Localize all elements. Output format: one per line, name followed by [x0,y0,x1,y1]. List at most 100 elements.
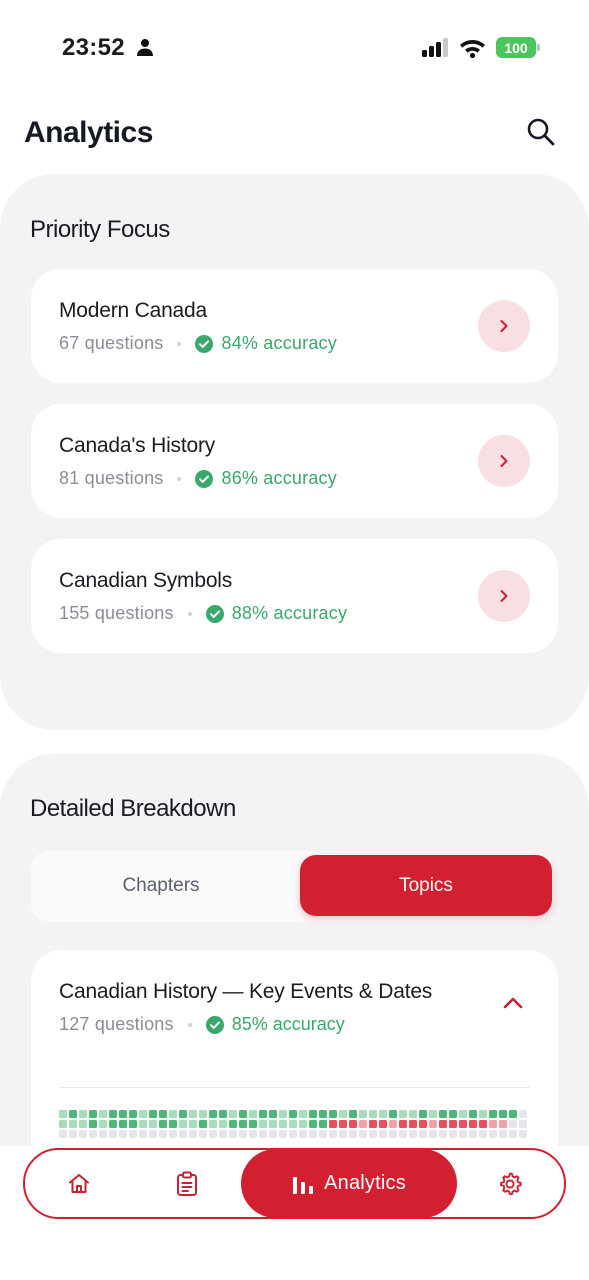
grid-cell [179,1120,187,1128]
grid-cell [119,1120,127,1128]
grid-cell [439,1130,447,1138]
nav-analytics[interactable]: Analytics [241,1149,457,1218]
grid-cell [159,1120,167,1128]
grid-cell [409,1110,417,1118]
chevron-right-button[interactable] [478,300,530,352]
grid-cell [269,1120,277,1128]
grid-cell [279,1110,287,1118]
question-count: 127 questions [59,1014,174,1034]
grid-cell [199,1110,207,1118]
tab-topics[interactable]: Topics [300,855,552,916]
priority-card[interactable]: Canadian Symbols 155 questions 88% accur… [31,539,558,653]
grid-cell [249,1130,257,1138]
grid-cell [259,1110,267,1118]
grid-cell [139,1110,147,1118]
grid-cell [349,1120,357,1128]
grid-cell [369,1110,377,1118]
grid-cell [299,1130,307,1138]
grid-cell [509,1110,517,1118]
grid-cell [109,1110,117,1118]
nav-home[interactable] [57,1150,101,1217]
gear-icon [500,1172,522,1195]
status-bar: 23:52 100 [0,0,589,96]
grid-cell [159,1110,167,1118]
grid-cell [149,1120,157,1128]
grid-cell [259,1130,267,1138]
grid-cell [229,1130,237,1138]
nav-tests[interactable] [165,1150,209,1217]
grid-cell [369,1130,377,1138]
grid-cell [479,1120,487,1128]
grid-cell [269,1110,277,1118]
grid-cell [209,1130,217,1138]
grid-cell [209,1120,217,1128]
accuracy-label: 88% accuracy [231,603,348,623]
grid-cell [319,1110,327,1118]
divider [59,1087,530,1088]
grid-cell [499,1110,507,1118]
priority-card[interactable]: Canada's History 81 questions 86% accura… [31,404,558,518]
grid-cell [419,1110,427,1118]
priority-card-title: Canada's History [59,434,216,457]
chevron-up-icon[interactable] [501,996,525,1015]
grid-cell [309,1130,317,1138]
grid-cell [419,1130,427,1138]
search-icon[interactable] [524,115,558,149]
topic-card-meta: 127 questions 85% accuracy [59,1014,345,1035]
grid-cell [119,1110,127,1118]
grid-cell [339,1110,347,1118]
grid-cell [199,1120,207,1128]
tab-chapters[interactable]: Chapters [35,855,287,916]
grid-cell [239,1110,247,1118]
grid-cell [519,1110,527,1118]
grid-cell [69,1120,77,1128]
grid-cell [219,1130,227,1138]
grid-cell [429,1120,437,1128]
grid-cell [509,1120,517,1128]
grid-cell [409,1120,417,1128]
chevron-right-button[interactable] [478,435,530,487]
grid-cell [129,1120,137,1128]
question-count: 155 questions [59,603,174,623]
separator-dot [187,611,192,616]
grid-cell [469,1120,477,1128]
grid-cell [379,1120,387,1128]
clipboard-icon [177,1171,197,1196]
grid-cell [319,1120,327,1128]
grid-cell [189,1130,197,1138]
grid-cell [79,1120,87,1128]
chevron-right-button[interactable] [478,570,530,622]
grid-cell [479,1130,487,1138]
grid-cell [309,1110,317,1118]
grid-cell [479,1110,487,1118]
grid-cell [329,1130,337,1138]
grid-cell [179,1130,187,1138]
grid-cell [379,1130,387,1138]
priority-focus-section: Priority Focus Modern Canada 67 question… [0,174,589,730]
grid-cell [509,1130,517,1138]
grid-cell [489,1130,497,1138]
status-time: 23:52 [62,34,125,61]
grid-cell [359,1110,367,1118]
person-icon [137,38,153,61]
chevron-right-icon [500,590,508,602]
grid-cell [289,1130,297,1138]
bottom-nav: Analytics [23,1148,566,1219]
grid-cell [329,1110,337,1118]
grid-cell [329,1120,337,1128]
grid-cell [69,1130,77,1138]
priority-card-title: Canadian Symbols [59,569,233,592]
grid-cell [299,1120,307,1128]
wifi-icon [459,36,486,63]
priority-card[interactable]: Modern Canada 67 questions 84% accuracy [31,269,558,383]
breakdown-segmented-control: Chapters Topics [31,851,553,922]
grid-cell [119,1130,127,1138]
grid-cell [389,1110,397,1118]
priority-card-meta: 81 questions 86% accuracy [59,468,337,489]
grid-cell [179,1110,187,1118]
grid-cell [349,1110,357,1118]
grid-cell [129,1110,137,1118]
nav-settings[interactable] [488,1150,532,1217]
grid-cell [169,1130,177,1138]
grid-cell [99,1130,107,1138]
